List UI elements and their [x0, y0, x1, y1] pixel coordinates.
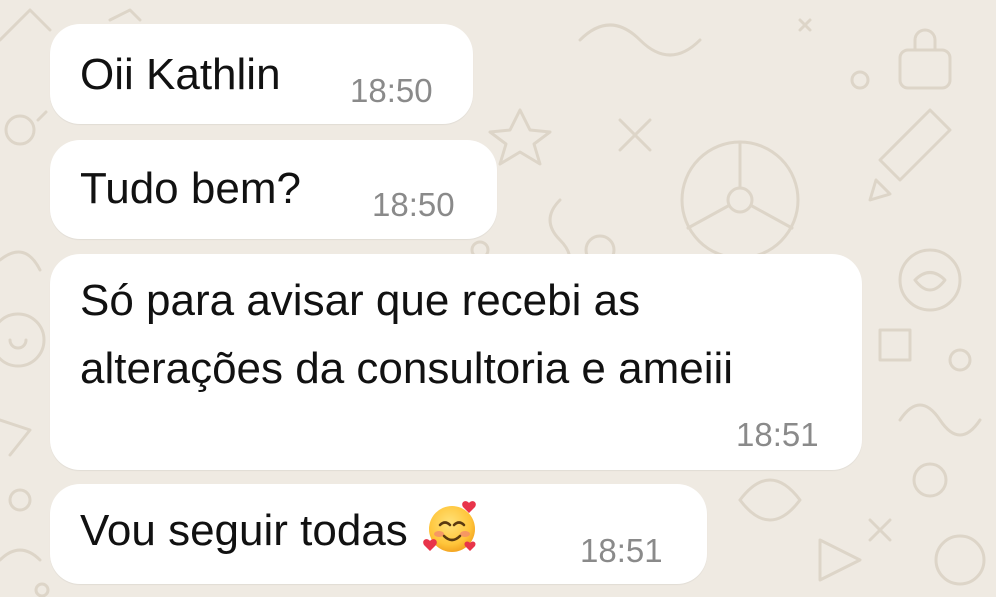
message-text-line-2: alterações da consultoria e ameiii [80, 344, 734, 393]
message-bubble[interactable]: Vou seguir todas 18:51 [50, 484, 707, 584]
message-timestamp: 18:51 [580, 532, 663, 569]
message-text: Vou seguir todas [80, 506, 408, 555]
message-text: Tudo bem? [80, 164, 301, 213]
message-bubble[interactable]: Tudo bem? 18:50 [50, 140, 497, 239]
message-text: Oii Kathlin [80, 50, 281, 99]
smiling-face-with-hearts-icon [422, 497, 482, 557]
chat-background: Oii Kathlin 18:50 Tudo bem? 18:50 Só par… [0, 0, 996, 597]
message-bubble[interactable]: Só para avisar que recebi as alterações … [50, 254, 862, 470]
message-text-with-emoji: Vou seguir todas [80, 498, 482, 564]
message-text-line-1: Só para avisar que recebi as [80, 276, 641, 325]
message-timestamp: 18:51 [736, 416, 819, 453]
message-timestamp: 18:50 [350, 72, 433, 109]
message-bubble[interactable]: Oii Kathlin 18:50 [50, 24, 473, 124]
message-timestamp: 18:50 [372, 186, 455, 223]
